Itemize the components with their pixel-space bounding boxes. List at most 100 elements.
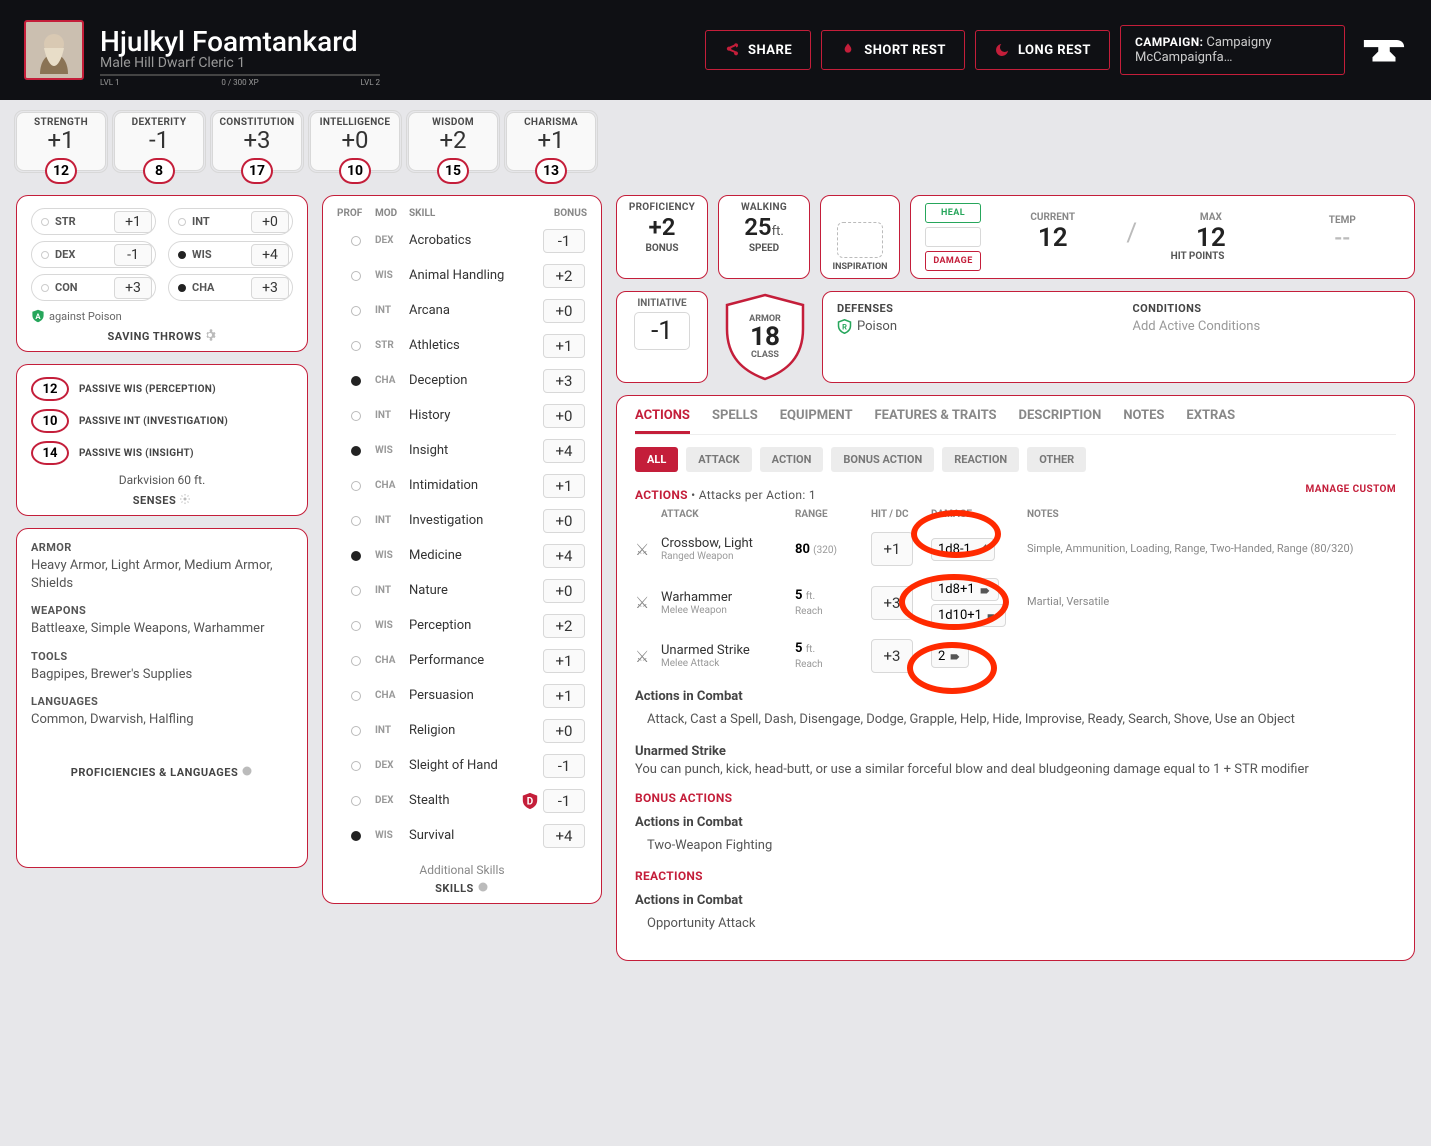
skill-row[interactable]: CHA Intimidation +1 — [337, 468, 587, 503]
filter-all[interactable]: ALL — [635, 447, 678, 472]
tab-extras[interactable]: EXTRAS — [1186, 408, 1235, 434]
gear-icon[interactable] — [241, 765, 253, 777]
attack-row[interactable]: ⚔ Crossbow, LightRanged Weapon 80 (320) … — [635, 526, 1396, 572]
skill-row[interactable]: INT Arcana +0 — [337, 293, 587, 328]
to-hit-roll[interactable]: +3 — [871, 639, 913, 673]
save-dex[interactable]: DEX -1 — [31, 241, 156, 268]
skill-row[interactable]: DEX Sleight of Hand -1 — [337, 748, 587, 783]
attack-row[interactable]: ⚔ WarhammerMelee Weapon 5 ft.Reach +3 1d… — [635, 572, 1396, 633]
skill-row[interactable]: CHA Performance +1 — [337, 643, 587, 678]
skills-panel: PROF MOD SKILL BONUS DEX Acrobatics -1 W… — [322, 195, 602, 904]
skill-row[interactable]: CHA Deception +3 — [337, 363, 587, 398]
to-hit-roll[interactable]: +3 — [871, 586, 913, 620]
filter-other[interactable]: OTHER — [1027, 447, 1086, 472]
skill-row[interactable]: WIS Animal Handling +2 — [337, 258, 587, 293]
skill-bonus[interactable]: +1 — [543, 649, 585, 673]
tab-notes[interactable]: NOTES — [1123, 408, 1164, 434]
hp-temp[interactable]: -- — [1285, 226, 1400, 251]
attack-row[interactable]: ⚔ Unarmed StrikeMelee Attack 5 ft.Reach … — [635, 633, 1396, 679]
skill-row[interactable]: WIS Perception +2 — [337, 608, 587, 643]
skill-bonus[interactable]: +4 — [543, 439, 585, 463]
damage-roll[interactable]: 2 — [931, 645, 969, 668]
skill-bonus[interactable]: +1 — [543, 474, 585, 498]
filter-bonus action[interactable]: BONUS ACTION — [831, 447, 934, 472]
skill-row[interactable]: DEX Acrobatics -1 — [337, 223, 587, 258]
skill-bonus[interactable]: -1 — [543, 229, 585, 253]
damage-roll[interactable]: 1d10+1 — [931, 604, 1006, 627]
conditions-section[interactable]: CONDITIONS Add Active Conditions — [1119, 292, 1415, 382]
gear-icon[interactable] — [477, 881, 489, 893]
additional-skills-link[interactable]: Additional Skills — [337, 863, 587, 877]
ability-charisma[interactable]: CHARISMA +1 13 — [506, 112, 596, 171]
skill-bonus[interactable]: -1 — [543, 754, 585, 778]
filter-reaction[interactable]: REACTION — [942, 447, 1019, 472]
defenses-section[interactable]: DEFENSES RPoison — [823, 292, 1119, 382]
initiative-box[interactable]: INITIATIVE -1 — [616, 291, 708, 383]
skill-bonus[interactable]: +0 — [543, 719, 585, 743]
skill-bonus[interactable]: +0 — [543, 299, 585, 323]
tab-equipment[interactable]: EQUIPMENT — [780, 408, 853, 434]
skill-bonus[interactable]: +4 — [543, 824, 585, 848]
ability-intelligence[interactable]: INTELLIGENCE +0 10 — [310, 112, 400, 171]
save-int[interactable]: INT +0 — [168, 208, 293, 235]
damage-roll[interactable]: 1d8-1 — [931, 538, 995, 561]
tab-actions[interactable]: ACTIONS — [635, 408, 690, 434]
skill-row[interactable]: INT History +0 — [337, 398, 587, 433]
ability-wisdom[interactable]: WISDOM +2 15 — [408, 112, 498, 171]
character-name[interactable]: Hjulkyl Foamtankard — [100, 25, 380, 58]
gear-icon[interactable] — [204, 329, 216, 341]
damage-roll[interactable]: 1d8+1 — [931, 578, 999, 601]
skill-bonus[interactable]: -1 — [543, 789, 585, 813]
hp-current[interactable]: 12 — [995, 223, 1110, 253]
inspiration-toggle[interactable]: INSPIRATION — [820, 195, 900, 279]
skill-bonus[interactable]: +2 — [543, 614, 585, 638]
skill-bonus[interactable]: +0 — [543, 579, 585, 603]
save-cha[interactable]: CHA +3 — [168, 274, 293, 301]
save-con[interactable]: CON +3 — [31, 274, 156, 301]
damage-button[interactable]: DAMAGE — [925, 251, 981, 271]
hp-max[interactable]: 12 — [1153, 223, 1268, 253]
heal-button[interactable]: HEAL — [925, 203, 981, 223]
proficiency-bonus-box[interactable]: PROFICIENCY +2 BONUS — [616, 195, 708, 279]
long-rest-button[interactable]: LONG REST — [975, 30, 1110, 70]
skill-bonus[interactable]: +0 — [543, 404, 585, 428]
to-hit-roll[interactable]: +1 — [871, 532, 913, 566]
skill-bonus[interactable]: +1 — [543, 684, 585, 708]
speed-box[interactable]: WALKING 25ft. SPEED — [718, 195, 810, 279]
filter-action[interactable]: ACTION — [760, 447, 824, 472]
skill-row[interactable]: CHA Persuasion +1 — [337, 678, 587, 713]
skill-row[interactable]: INT Nature +0 — [337, 573, 587, 608]
skill-bonus[interactable]: +2 — [543, 264, 585, 288]
skill-bonus[interactable]: +3 — [543, 369, 585, 393]
skill-row[interactable]: DEX Stealth D -1 — [337, 783, 587, 818]
skill-bonus[interactable]: +4 — [543, 544, 585, 568]
share-button[interactable]: SHARE — [705, 30, 811, 70]
save-str[interactable]: STR +1 — [31, 208, 156, 235]
ability-dexterity[interactable]: DEXTERITY -1 8 — [114, 112, 204, 171]
save-wis[interactable]: WIS +4 — [168, 241, 293, 268]
character-avatar[interactable] — [24, 20, 84, 80]
tab-features-traits[interactable]: FEATURES & TRAITS — [875, 408, 997, 434]
skill-row[interactable]: WIS Survival +4 — [337, 818, 587, 853]
tab-spells[interactable]: SPELLS — [712, 408, 758, 434]
anvil-logo-icon[interactable] — [1361, 32, 1407, 68]
gear-icon[interactable] — [179, 493, 191, 505]
skill-bonus[interactable]: +1 — [543, 334, 585, 358]
skill-row[interactable]: INT Investigation +0 — [337, 503, 587, 538]
short-rest-button[interactable]: SHORT REST — [821, 30, 965, 70]
skill-row[interactable]: WIS Insight +4 — [337, 433, 587, 468]
tab-description[interactable]: DESCRIPTION — [1019, 408, 1102, 434]
ability-strength[interactable]: STRENGTH +1 12 — [16, 112, 106, 171]
xp-bar[interactable]: LVL 1 0 / 300 XP LVL 2 — [100, 74, 380, 76]
hp-amount-input[interactable] — [925, 227, 981, 247]
skill-row[interactable]: INT Religion +0 — [337, 713, 587, 748]
ability-constitution[interactable]: CONSTITUTION +3 17 — [212, 112, 302, 171]
manage-custom-link[interactable]: MANAGE CUSTOM — [1306, 484, 1396, 495]
armor-class-shield[interactable]: ARMOR 18 CLASS — [720, 291, 810, 383]
skill-bonus[interactable]: +0 — [543, 509, 585, 533]
skill-row[interactable]: WIS Medicine +4 — [337, 538, 587, 573]
senses-panel: 12 PASSIVE WIS (PERCEPTION) 10 PASSIVE I… — [16, 364, 308, 516]
filter-attack[interactable]: ATTACK — [686, 447, 751, 472]
campaign-button[interactable]: CAMPAIGN: Campaigny McCampaignfa… — [1120, 25, 1345, 75]
skill-row[interactable]: STR Athletics +1 — [337, 328, 587, 363]
